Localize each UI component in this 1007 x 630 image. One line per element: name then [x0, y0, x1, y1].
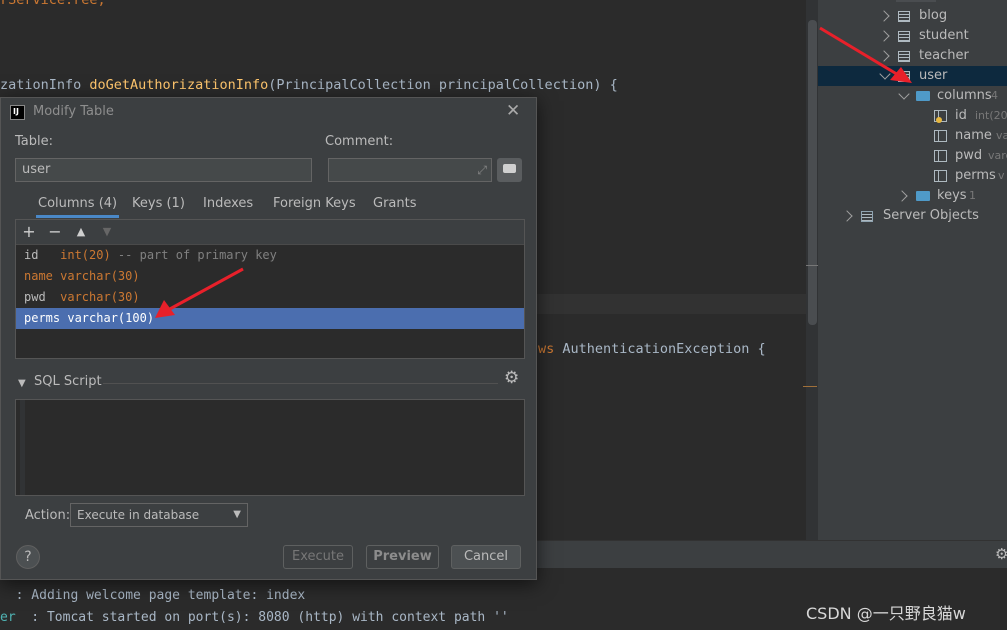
annotation-arrows: [155, 26, 912, 318]
arrow-to-perms-row: [155, 267, 244, 318]
arrow-to-user-table: [819, 26, 912, 83]
